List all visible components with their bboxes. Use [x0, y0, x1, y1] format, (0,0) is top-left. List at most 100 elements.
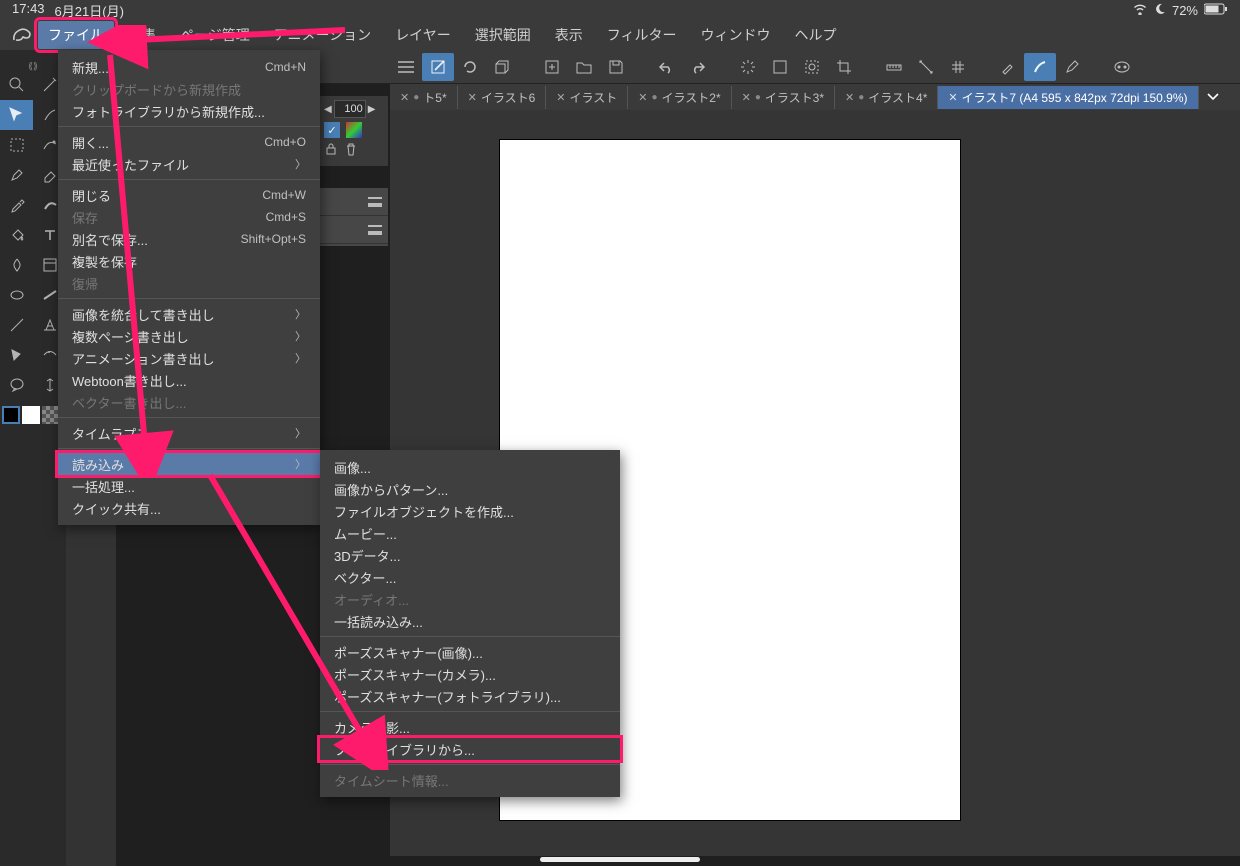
tool-newlayer-icon[interactable] [422, 53, 454, 81]
tab-close-icon[interactable]: ✕ [556, 91, 565, 104]
ruler-icon[interactable] [878, 53, 910, 81]
save-icon[interactable] [600, 53, 632, 81]
menu-item[interactable]: 画像からパターン... [320, 478, 620, 500]
document-tab[interactable]: ✕●イラスト4* [835, 86, 938, 109]
menu-item[interactable]: ポーズスキャナー(画像)... [320, 641, 620, 663]
shape-tool-icon[interactable] [0, 280, 33, 310]
menu-item[interactable]: フォトライブラリから... [320, 738, 620, 760]
menu-icon[interactable] [390, 53, 422, 81]
tabs-more-icon[interactable] [1199, 90, 1227, 104]
document-tab[interactable]: ✕イラスト6 [458, 86, 547, 109]
menu-item[interactable]: 閉じるCmd+W [58, 184, 320, 206]
menu-item[interactable]: ムービー... [320, 522, 620, 544]
menu-item-8[interactable]: ウィンドウ [691, 21, 781, 49]
brush-adjust-icon[interactable] [992, 53, 1024, 81]
zoom-tool-icon[interactable] [0, 70, 33, 100]
tab-close-icon[interactable]: ✕ [638, 91, 647, 104]
pen-tool-icon[interactable] [0, 160, 33, 190]
menu-item[interactable]: タイムラプス〉 [58, 422, 320, 444]
layer-row[interactable] [320, 188, 388, 216]
eyedropper-tool-icon[interactable] [0, 190, 33, 220]
clear-icon[interactable] [764, 53, 796, 81]
balloon-tool-icon[interactable] [0, 370, 33, 400]
menu-item-3[interactable]: アニメーション [264, 21, 381, 49]
menu-item[interactable]: アニメーション書き出し〉 [58, 347, 320, 369]
palette-handle-icon[interactable]: ⟪⟫ [0, 62, 66, 70]
menu-item[interactable]: 画像... [320, 456, 620, 478]
document-tab[interactable]: ✕イラスト [546, 86, 628, 109]
crop-icon[interactable] [828, 53, 860, 81]
menu-item[interactable]: 開く...Cmd+O [58, 131, 320, 153]
redo-icon[interactable] [682, 53, 714, 81]
menu-item[interactable]: カメラ撮影... [320, 716, 620, 738]
undo-icon[interactable] [650, 53, 682, 81]
grid-icon[interactable] [942, 53, 974, 81]
tab-close-icon[interactable]: ✕ [468, 91, 477, 104]
menu-item[interactable]: 最近使ったファイル〉 [58, 153, 320, 175]
foreground-color-swatch[interactable] [2, 406, 20, 424]
loading-icon[interactable] [732, 53, 764, 81]
document-tab[interactable]: ✕●イラスト3* [732, 86, 835, 109]
menu-item-7[interactable]: フィルター [597, 21, 687, 49]
menu-item[interactable]: 読み込み〉 [58, 453, 320, 475]
menu-item[interactable]: ポーズスキャナー(フォトライブラリ)... [320, 685, 620, 707]
fill-tool-icon[interactable] [0, 220, 33, 250]
drag-handle-icon[interactable] [368, 197, 382, 207]
open-folder-icon[interactable] [568, 53, 600, 81]
menu-item-1[interactable]: 編集 [118, 21, 166, 49]
tab-close-icon[interactable]: ✕ [948, 91, 957, 104]
menu-item-9[interactable]: ヘルプ [785, 21, 847, 49]
document-tab[interactable]: ✕●イラスト2* [628, 86, 731, 109]
menu-item-0[interactable]: ファイル [38, 21, 114, 49]
menu-item[interactable]: 3Dデータ... [320, 544, 620, 566]
layer-visibility-checkbox[interactable]: ✓ [324, 122, 340, 138]
line-tool-icon[interactable] [0, 310, 33, 340]
opacity-input[interactable] [334, 100, 366, 118]
document-tab[interactable]: ✕イラスト7 (A4 595 x 842px 72dpi 150.9%) [938, 86, 1198, 109]
menu-item[interactable]: Webtoon書き出し... [58, 369, 320, 391]
menu-item-6[interactable]: 表示 [545, 21, 593, 49]
newfile-icon[interactable] [536, 53, 568, 81]
menu-item[interactable]: 複製を保存 [58, 250, 320, 272]
menu-item[interactable]: クイック共有... [58, 497, 320, 519]
gradient-tool-icon[interactable] [0, 250, 33, 280]
menu-item-label: 最近使ったファイル [72, 155, 189, 174]
app-logo-icon[interactable] [10, 25, 34, 45]
document-tab[interactable]: ✕●ト5* [390, 86, 458, 109]
polygon-tool-icon[interactable] [0, 340, 33, 370]
menu-item[interactable]: 別名で保存...Shift+Opt+S [58, 228, 320, 250]
layer-row[interactable] [320, 216, 388, 244]
tab-close-icon[interactable]: ✕ [742, 91, 751, 104]
menu-item[interactable]: 一括読み込み... [320, 610, 620, 632]
color-swatch-icon[interactable] [346, 122, 362, 138]
tab-close-icon[interactable]: ✕ [845, 91, 854, 104]
snap-icon[interactable] [910, 53, 942, 81]
menu-item-2[interactable]: ページ管理 [170, 21, 260, 49]
brush-active-icon[interactable] [1024, 53, 1056, 81]
opacity-chevron-right-icon[interactable]: ▶ [368, 104, 376, 115]
menu-item[interactable]: ファイルオブジェクトを作成... [320, 500, 620, 522]
menu-item[interactable]: 複数ページ書き出し〉 [58, 325, 320, 347]
assistant-icon[interactable] [1106, 53, 1138, 81]
rotate-icon[interactable] [454, 53, 486, 81]
home-indicator[interactable] [540, 857, 700, 862]
menu-item[interactable]: 画像を統合して書き出し〉 [58, 303, 320, 325]
pen-icon[interactable] [1056, 53, 1088, 81]
menu-item[interactable]: ポーズスキャナー(カメラ)... [320, 663, 620, 685]
menu-item-5[interactable]: 選択範囲 [465, 21, 541, 49]
drag-handle-icon[interactable] [368, 225, 382, 235]
menu-item[interactable]: 一括処理... [58, 475, 320, 497]
menu-item[interactable]: ベクター... [320, 566, 620, 588]
3d-icon[interactable] [486, 53, 518, 81]
background-color-swatch[interactable] [22, 406, 40, 424]
menu-item[interactable]: 新規...Cmd+N [58, 56, 320, 78]
menu-item-4[interactable]: レイヤー [385, 21, 461, 49]
tab-close-icon[interactable]: ✕ [400, 91, 409, 104]
rect-select-tool-icon[interactable] [0, 130, 33, 160]
move-tool-icon[interactable] [0, 100, 33, 130]
select-all-icon[interactable] [796, 53, 828, 81]
opacity-chevron-icon[interactable]: ◀ [324, 104, 332, 115]
lock-icon[interactable] [324, 142, 338, 159]
menu-item[interactable]: フォトライブラリから新規作成... [58, 100, 320, 122]
trash-icon[interactable] [344, 142, 358, 159]
